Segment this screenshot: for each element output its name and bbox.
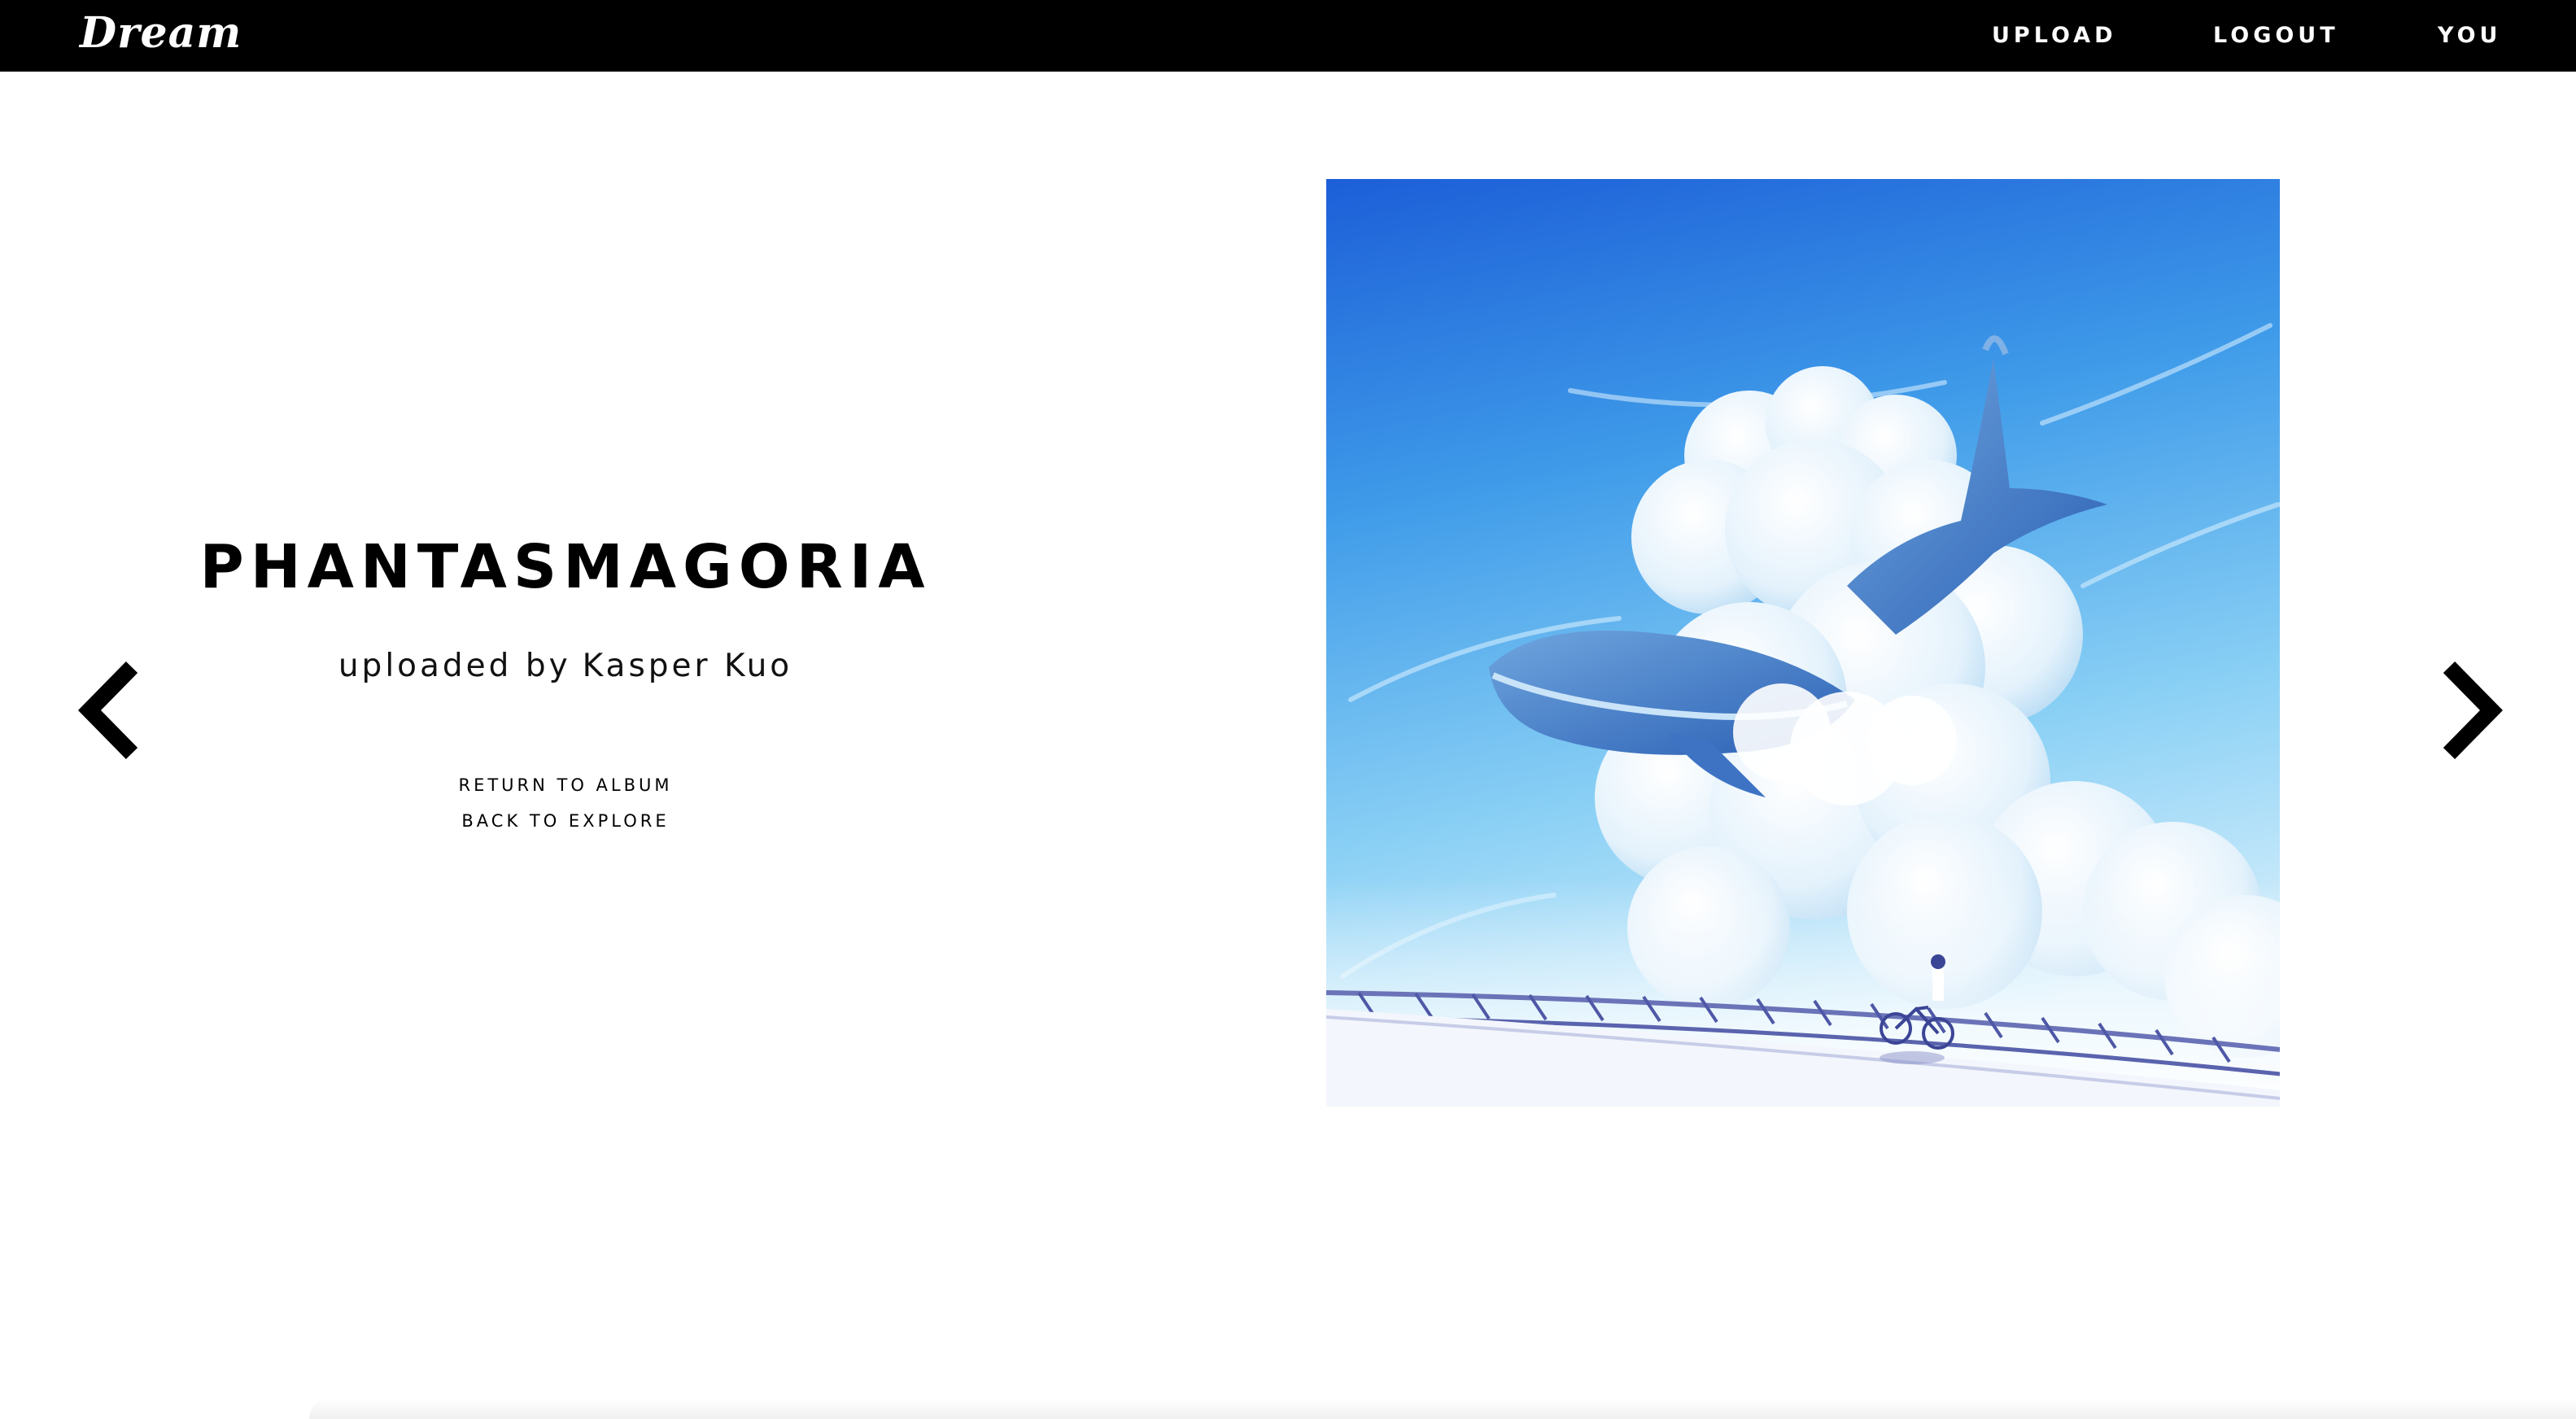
uploaded-by-label: uploaded by: [338, 648, 571, 684]
footer-shadow: [309, 1398, 2576, 1419]
nav-you-link[interactable]: YOU: [2438, 23, 2501, 48]
main-photo: [1326, 179, 2280, 1107]
nav-upload-link[interactable]: UPLOAD: [1992, 23, 2117, 48]
uploader-line: uploaded by Kasper Kuo: [179, 648, 952, 684]
navigation-links: RETURN TO ALBUM BACK TO EXPLORE: [179, 767, 952, 839]
back-to-explore-link[interactable]: BACK TO EXPLORE: [461, 803, 669, 839]
previous-photo-button[interactable]: [75, 657, 148, 763]
chevron-left-icon: [77, 661, 138, 760]
photo-info-panel: PHANTASMAGORIA uploaded by Kasper Kuo RET…: [179, 537, 952, 839]
next-photo-button[interactable]: [2433, 657, 2506, 763]
brand-logo[interactable]: Dream: [80, 8, 242, 58]
chevron-right-icon: [2443, 661, 2504, 760]
return-to-album-link[interactable]: RETURN TO ALBUM: [458, 767, 672, 803]
photo-title: PHANTASMAGORIA: [199, 532, 932, 602]
uploader-name: Kasper Kuo: [582, 648, 793, 684]
photo-artwork: [1326, 179, 2280, 1107]
top-navbar: Dream UPLOAD LOGOUT YOU: [0, 0, 2576, 72]
nav-logout-link[interactable]: LOGOUT: [2213, 23, 2339, 48]
